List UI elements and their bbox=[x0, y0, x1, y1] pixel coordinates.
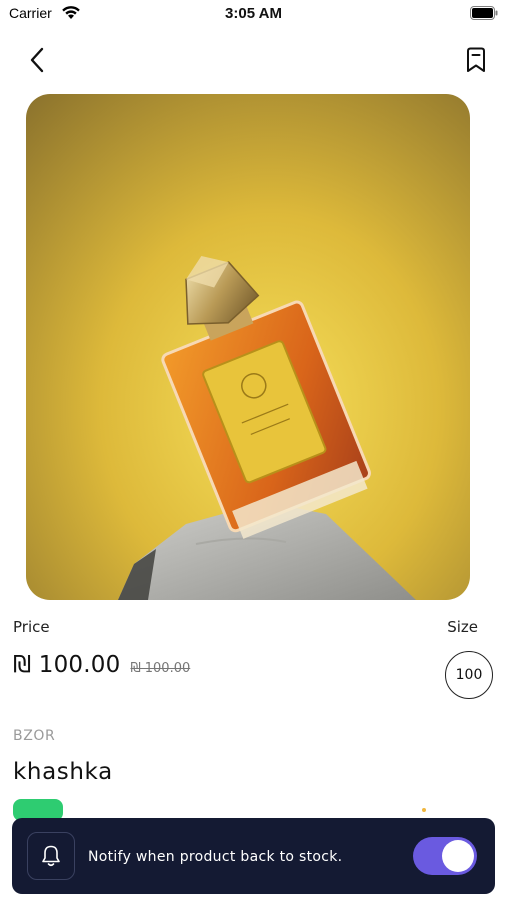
clock: 3:05 AM bbox=[225, 5, 282, 22]
brand-label: BZOR bbox=[13, 728, 56, 744]
decorative-dot bbox=[422, 808, 426, 812]
price-label: Price bbox=[13, 618, 50, 636]
price-row: ₪ 100.00 ₪ 100.00 bbox=[13, 652, 190, 678]
bookmark-icon bbox=[467, 47, 485, 72]
notify-toggle[interactable] bbox=[413, 837, 477, 875]
product-image bbox=[26, 94, 470, 600]
battery-icon bbox=[470, 6, 498, 20]
original-price: ₪ 100.00 bbox=[130, 661, 191, 676]
notify-banner: Notify when product back to stock. bbox=[12, 818, 495, 894]
toggle-knob bbox=[442, 840, 474, 872]
chevron-left-icon bbox=[30, 47, 44, 73]
nav-bar bbox=[0, 40, 507, 80]
bell-icon bbox=[42, 845, 60, 867]
notify-icon-box bbox=[27, 832, 75, 880]
size-label: Size bbox=[447, 618, 478, 636]
back-button[interactable] bbox=[20, 43, 54, 77]
size-option[interactable]: 100 bbox=[445, 651, 493, 699]
bookmark-button[interactable] bbox=[459, 43, 493, 77]
notify-text: Notify when product back to stock. bbox=[88, 849, 343, 865]
product-name: khashka bbox=[13, 759, 113, 785]
current-price: ₪ 100.00 bbox=[13, 652, 121, 678]
size-value: 100 bbox=[455, 667, 483, 683]
status-bar: Carrier 3:05 AM bbox=[0, 0, 507, 30]
